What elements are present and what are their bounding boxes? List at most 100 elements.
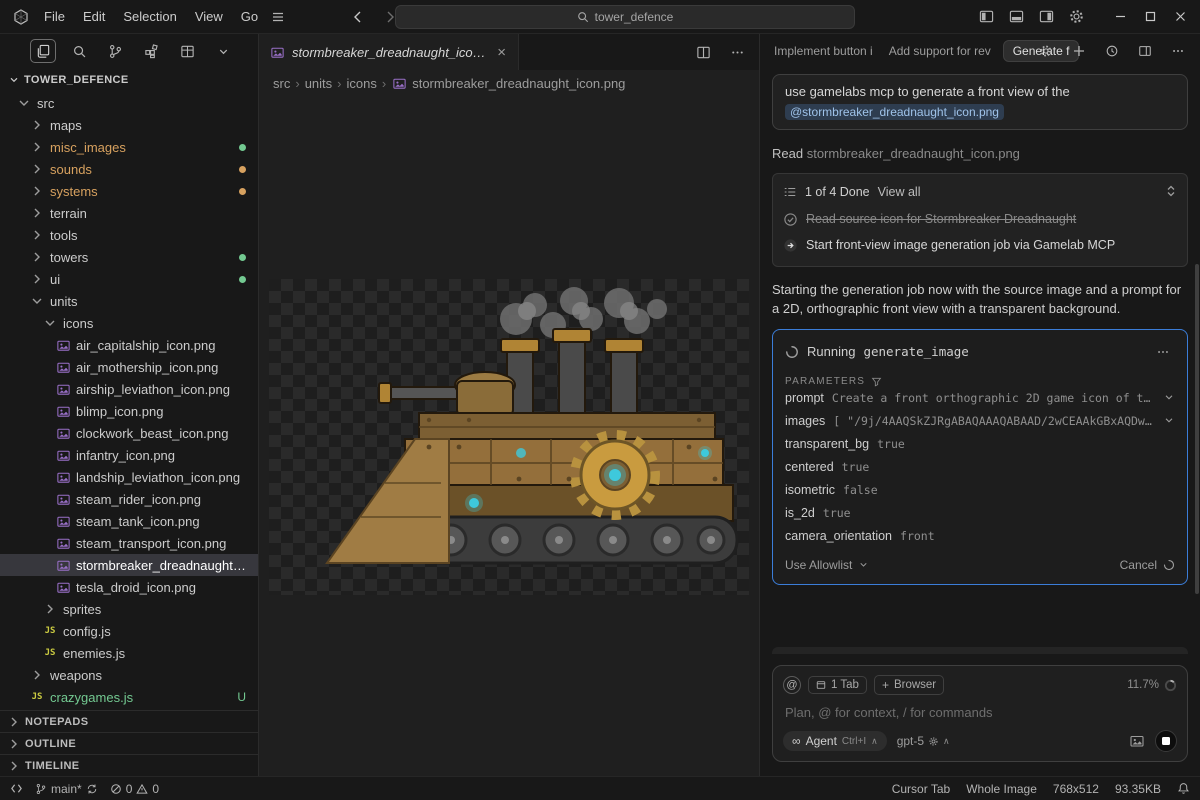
todo-item[interactable]: Start front-view image generation job vi… [783,232,1177,258]
extensions-icon[interactable] [138,39,164,63]
menu-file[interactable]: File [36,6,73,27]
tree-folder-misc_images[interactable]: misc_images [0,136,258,158]
agent-mode-selector[interactable]: ∞ Agent Ctrl+I ∧ [783,731,887,751]
tree-file-stormbreaker_dreadnaught_icon.png[interactable]: stormbreaker_dreadnaught_icon.png [0,554,258,576]
view-all-link[interactable]: View all [878,185,921,199]
file-mention-chip[interactable]: @stormbreaker_dreadnaught_icon.png [785,104,1004,120]
expand-collapse-icon[interactable] [1165,184,1177,201]
tree-file-tesla_droid_icon.png[interactable]: tesla_droid_icon.png [0,576,258,598]
statusbar-cursor-tab[interactable]: Cursor Tab [892,782,950,796]
breadcrumb-item[interactable]: icons [347,76,377,91]
menu-selection[interactable]: Selection [115,6,184,27]
input-placeholder[interactable]: Plan, @ for context, / for commands [785,705,1177,720]
tree-file-infantry_icon.png[interactable]: infantry_icon.png [0,444,258,466]
param-images[interactable]: images[ "/9j/4AAQSkZJRgABAQAAAQABAAD/2wC… [785,410,1175,433]
todo-panel-header[interactable]: 1 of 4 Done View all [783,178,1177,206]
bell-icon[interactable] [1177,782,1190,795]
problems-indicator[interactable]: 0 0 [110,782,159,796]
chevron-down-icon[interactable] [210,39,236,63]
hamburger-menu-icon[interactable] [266,5,290,29]
tree-folder-systems[interactable]: systems [0,180,258,202]
close-icon[interactable] [1168,5,1192,29]
split-editor-icon[interactable] [691,40,715,64]
chat-settings-icon[interactable] [1034,39,1058,63]
chevron-down-icon[interactable] [1163,414,1175,429]
tree-file-air_mothership_icon.png[interactable]: air_mothership_icon.png [0,356,258,378]
tree-folder-maps[interactable]: maps [0,114,258,136]
section-notepads[interactable]: NOTEPADS [0,710,258,732]
tree-folder-terrain[interactable]: terrain [0,202,258,224]
browser-chip[interactable]: + Browser [874,675,944,695]
new-chat-icon[interactable] [1067,39,1091,63]
maximize-icon[interactable] [1138,5,1162,29]
source-control-icon[interactable] [102,39,128,63]
tree-file-crazygames.js[interactable]: JScrazygames.jsU [0,686,258,708]
tree-file-config.js[interactable]: JSconfig.js [0,620,258,642]
tree-folder-units[interactable]: units [0,290,258,312]
chevron-down-icon[interactable] [1163,391,1175,406]
tree-folder-src[interactable]: src [0,92,258,114]
panel-right-icon[interactable] [1034,5,1058,29]
command-center-search[interactable]: tower_defence [395,5,855,29]
tree-file-air_capitalship_icon.png[interactable]: air_capitalship_icon.png [0,334,258,356]
chat-scrollbar[interactable] [1195,264,1199,594]
param-prompt[interactable]: promptCreate a front orthographic 2D gam… [785,387,1175,410]
breadcrumb-item[interactable]: stormbreaker_dreadnaught_icon.png [391,76,625,92]
breadcrumb-item[interactable]: units [305,76,332,91]
attach-image-icon[interactable] [1129,733,1145,749]
tree-folder-tools[interactable]: tools [0,224,258,246]
layout-columns-icon[interactable] [1133,39,1157,63]
more-actions-icon[interactable] [725,40,749,64]
add-context-button[interactable]: @ [783,676,801,694]
minimize-icon[interactable] [1108,5,1132,29]
statusbar-93-35kb[interactable]: 93.35KB [1115,782,1161,796]
use-allowlist-button[interactable]: Use Allowlist [785,558,852,572]
git-branch-status[interactable]: main* [35,782,98,796]
todos-collapsed-bar[interactable]: 1 of 4 To-dos [772,647,1188,654]
tree-file-steam_transport_icon.png[interactable]: steam_transport_icon.png [0,532,258,554]
tree-folder-icons[interactable]: icons [0,312,258,334]
chat-more-icon[interactable] [1166,39,1190,63]
chat-tab[interactable]: Add support for rev [885,41,995,61]
tab-close-icon[interactable]: × [495,44,508,61]
tab-context-chip[interactable]: 1 Tab [808,676,867,694]
statusbar-whole-image[interactable]: Whole Image [966,782,1037,796]
todo-item[interactable]: Read source icon for Stormbreaker Dreadn… [783,206,1177,232]
app-logo-icon[interactable] [8,4,34,30]
tree-file-airship_leviathon_icon.png[interactable]: airship_leviathon_icon.png [0,378,258,400]
settings-gear-icon[interactable] [1064,5,1088,29]
tree-folder-sounds[interactable]: sounds [0,158,258,180]
tree-folder-weapons[interactable]: weapons [0,664,258,686]
remote-indicator[interactable] [10,782,23,795]
tree-file-enemies.js[interactable]: JSenemies.js [0,642,258,664]
tree-file-clockwork_beast_icon.png[interactable]: clockwork_beast_icon.png [0,422,258,444]
back-icon[interactable] [346,5,370,29]
section-outline[interactable]: OUTLINE [0,732,258,754]
user-message[interactable]: use gamelabs mcp to generate a front vie… [772,74,1188,130]
model-selector[interactable]: gpt-5 ∧ [897,734,950,748]
breadcrumb-item[interactable]: src [273,76,290,91]
menu-edit[interactable]: Edit [75,6,113,27]
menu-go[interactable]: Go [233,6,266,27]
tree-file-steam_rider_icon.png[interactable]: steam_rider_icon.png [0,488,258,510]
tree-folder-towers[interactable]: towers [0,246,258,268]
tree-folder-ui[interactable]: ui [0,268,258,290]
tool-more-icon[interactable] [1151,340,1175,364]
explorer-header[interactable]: TOWER_DEFENCE [0,68,258,92]
chat-input[interactable]: @ 1 Tab + Browser 11.7% Plan, @ for cont… [772,665,1188,762]
explorer-icon[interactable] [30,39,56,63]
tree-folder-sprites[interactable]: sprites [0,598,258,620]
menu-view[interactable]: View [187,6,231,27]
chat-tab[interactable]: Implement button i [770,41,877,61]
filter-funnel-icon[interactable] [871,376,882,387]
panel-left-icon[interactable] [974,5,998,29]
history-icon[interactable] [1100,39,1124,63]
search-sidebar-icon[interactable] [66,39,92,63]
tree-file-steam_tank_icon.png[interactable]: steam_tank_icon.png [0,510,258,532]
section-timeline[interactable]: TIMELINE [0,754,258,776]
tree-file-blimp_icon.png[interactable]: blimp_icon.png [0,400,258,422]
statusbar-768x512[interactable]: 768x512 [1053,782,1099,796]
grid-view-icon[interactable] [174,39,200,63]
panel-bottom-icon[interactable] [1004,5,1028,29]
cancel-button[interactable]: Cancel [1120,558,1157,572]
